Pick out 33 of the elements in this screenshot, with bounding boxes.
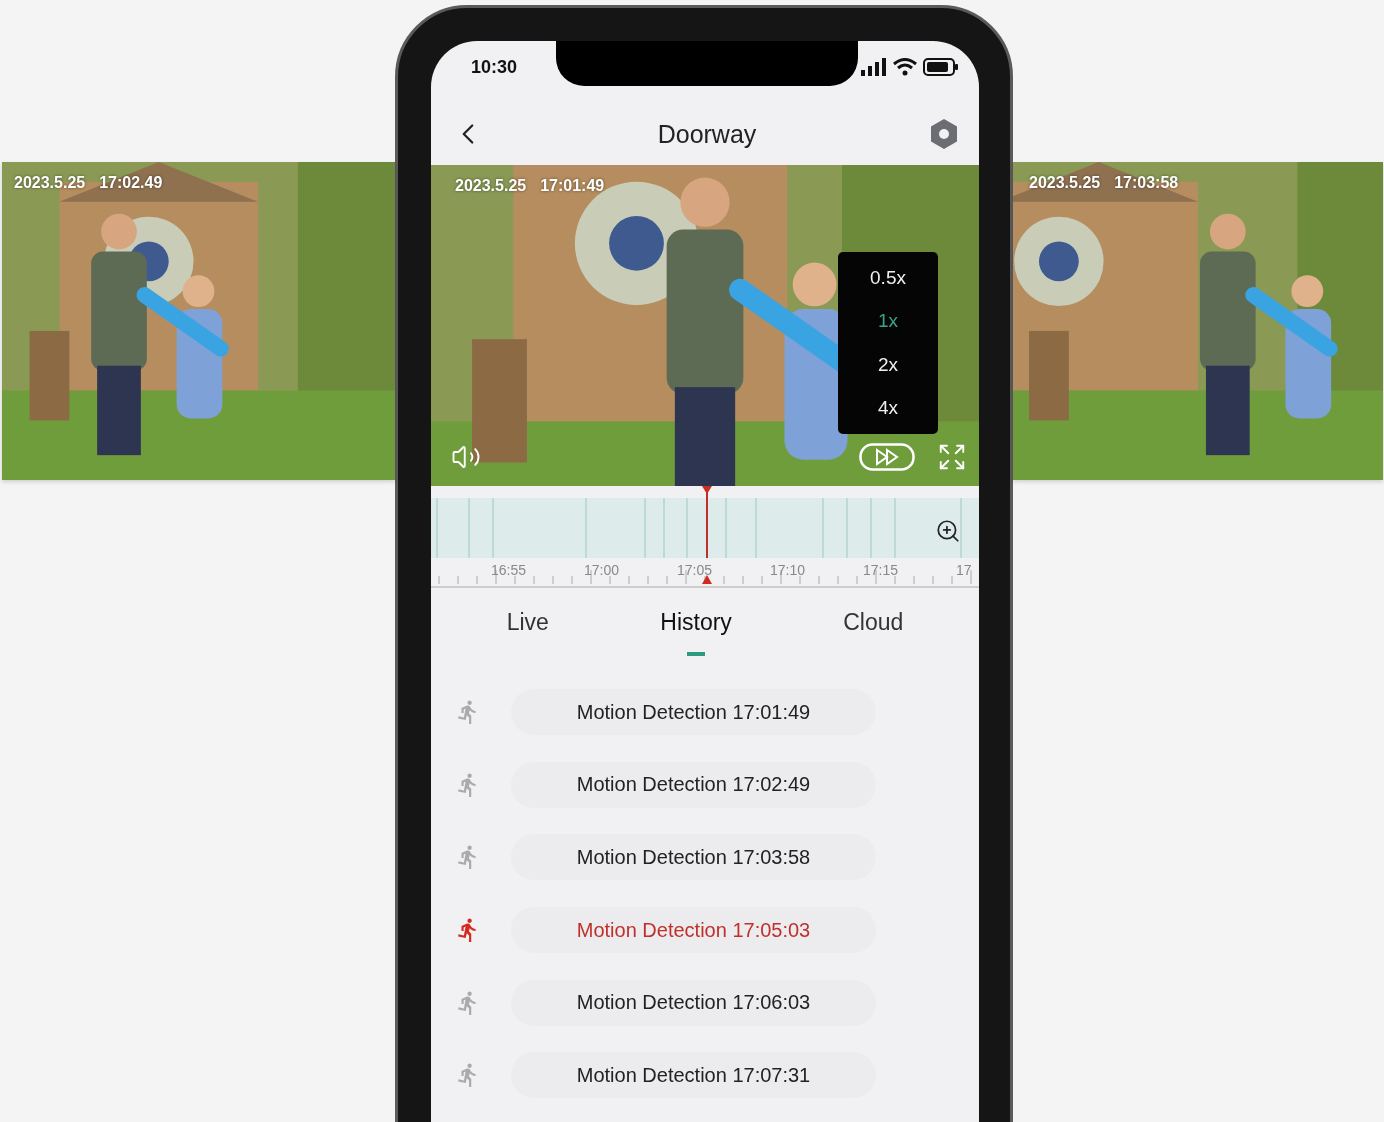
screen-title: Doorway [657,119,757,149]
event-item[interactable]: Motion Detection 17:07:31 [511,1052,876,1099]
battery-icon [923,58,959,76]
event-item[interactable]: Motion Detection 17:03:58 [511,834,876,881]
event-item[interactable]: Motion Detection 17:02:49 [511,761,876,808]
playback-speed-icon[interactable] [859,443,915,471]
clip-time: 17:02.49 [99,174,163,192]
event-item[interactable]: Motion Detection 17:01:49 [511,689,876,736]
time-label: 17:10 [770,562,807,578]
wifi-icon [893,58,917,76]
video-date: 2023.5.25 [455,177,527,195]
time-label: 17 [956,562,972,578]
zoom-in-icon[interactable] [935,518,961,544]
speed-option[interactable]: 0.5x [838,256,938,300]
settings-icon[interactable] [929,118,959,150]
tab[interactable]: Live [496,588,559,664]
status-time: 10:30 [471,56,518,78]
time-label: 17:00 [584,562,621,578]
time-label: 16:55 [491,562,528,578]
tab[interactable]: Cloud [833,588,914,664]
speed-option[interactable]: 2x [838,343,938,387]
time-label: 17:05 [677,562,714,578]
signal-icon [861,58,887,76]
event-item[interactable]: Motion Detection 17:06:03 [511,979,876,1026]
clip-date: 2023.5.25 [1029,174,1101,192]
video-time: 17:01:49 [540,177,605,195]
clip-date: 2023.5.25 [14,174,86,192]
fullscreen-icon[interactable] [937,442,967,472]
clip-time: 17:03:58 [1114,174,1179,192]
event-item[interactable]: Motion Detection 17:05:03 [511,907,876,954]
speed-option[interactable]: 1x [838,299,938,343]
speed-option[interactable]: 4x [838,386,938,430]
time-label: 17:15 [863,562,900,578]
